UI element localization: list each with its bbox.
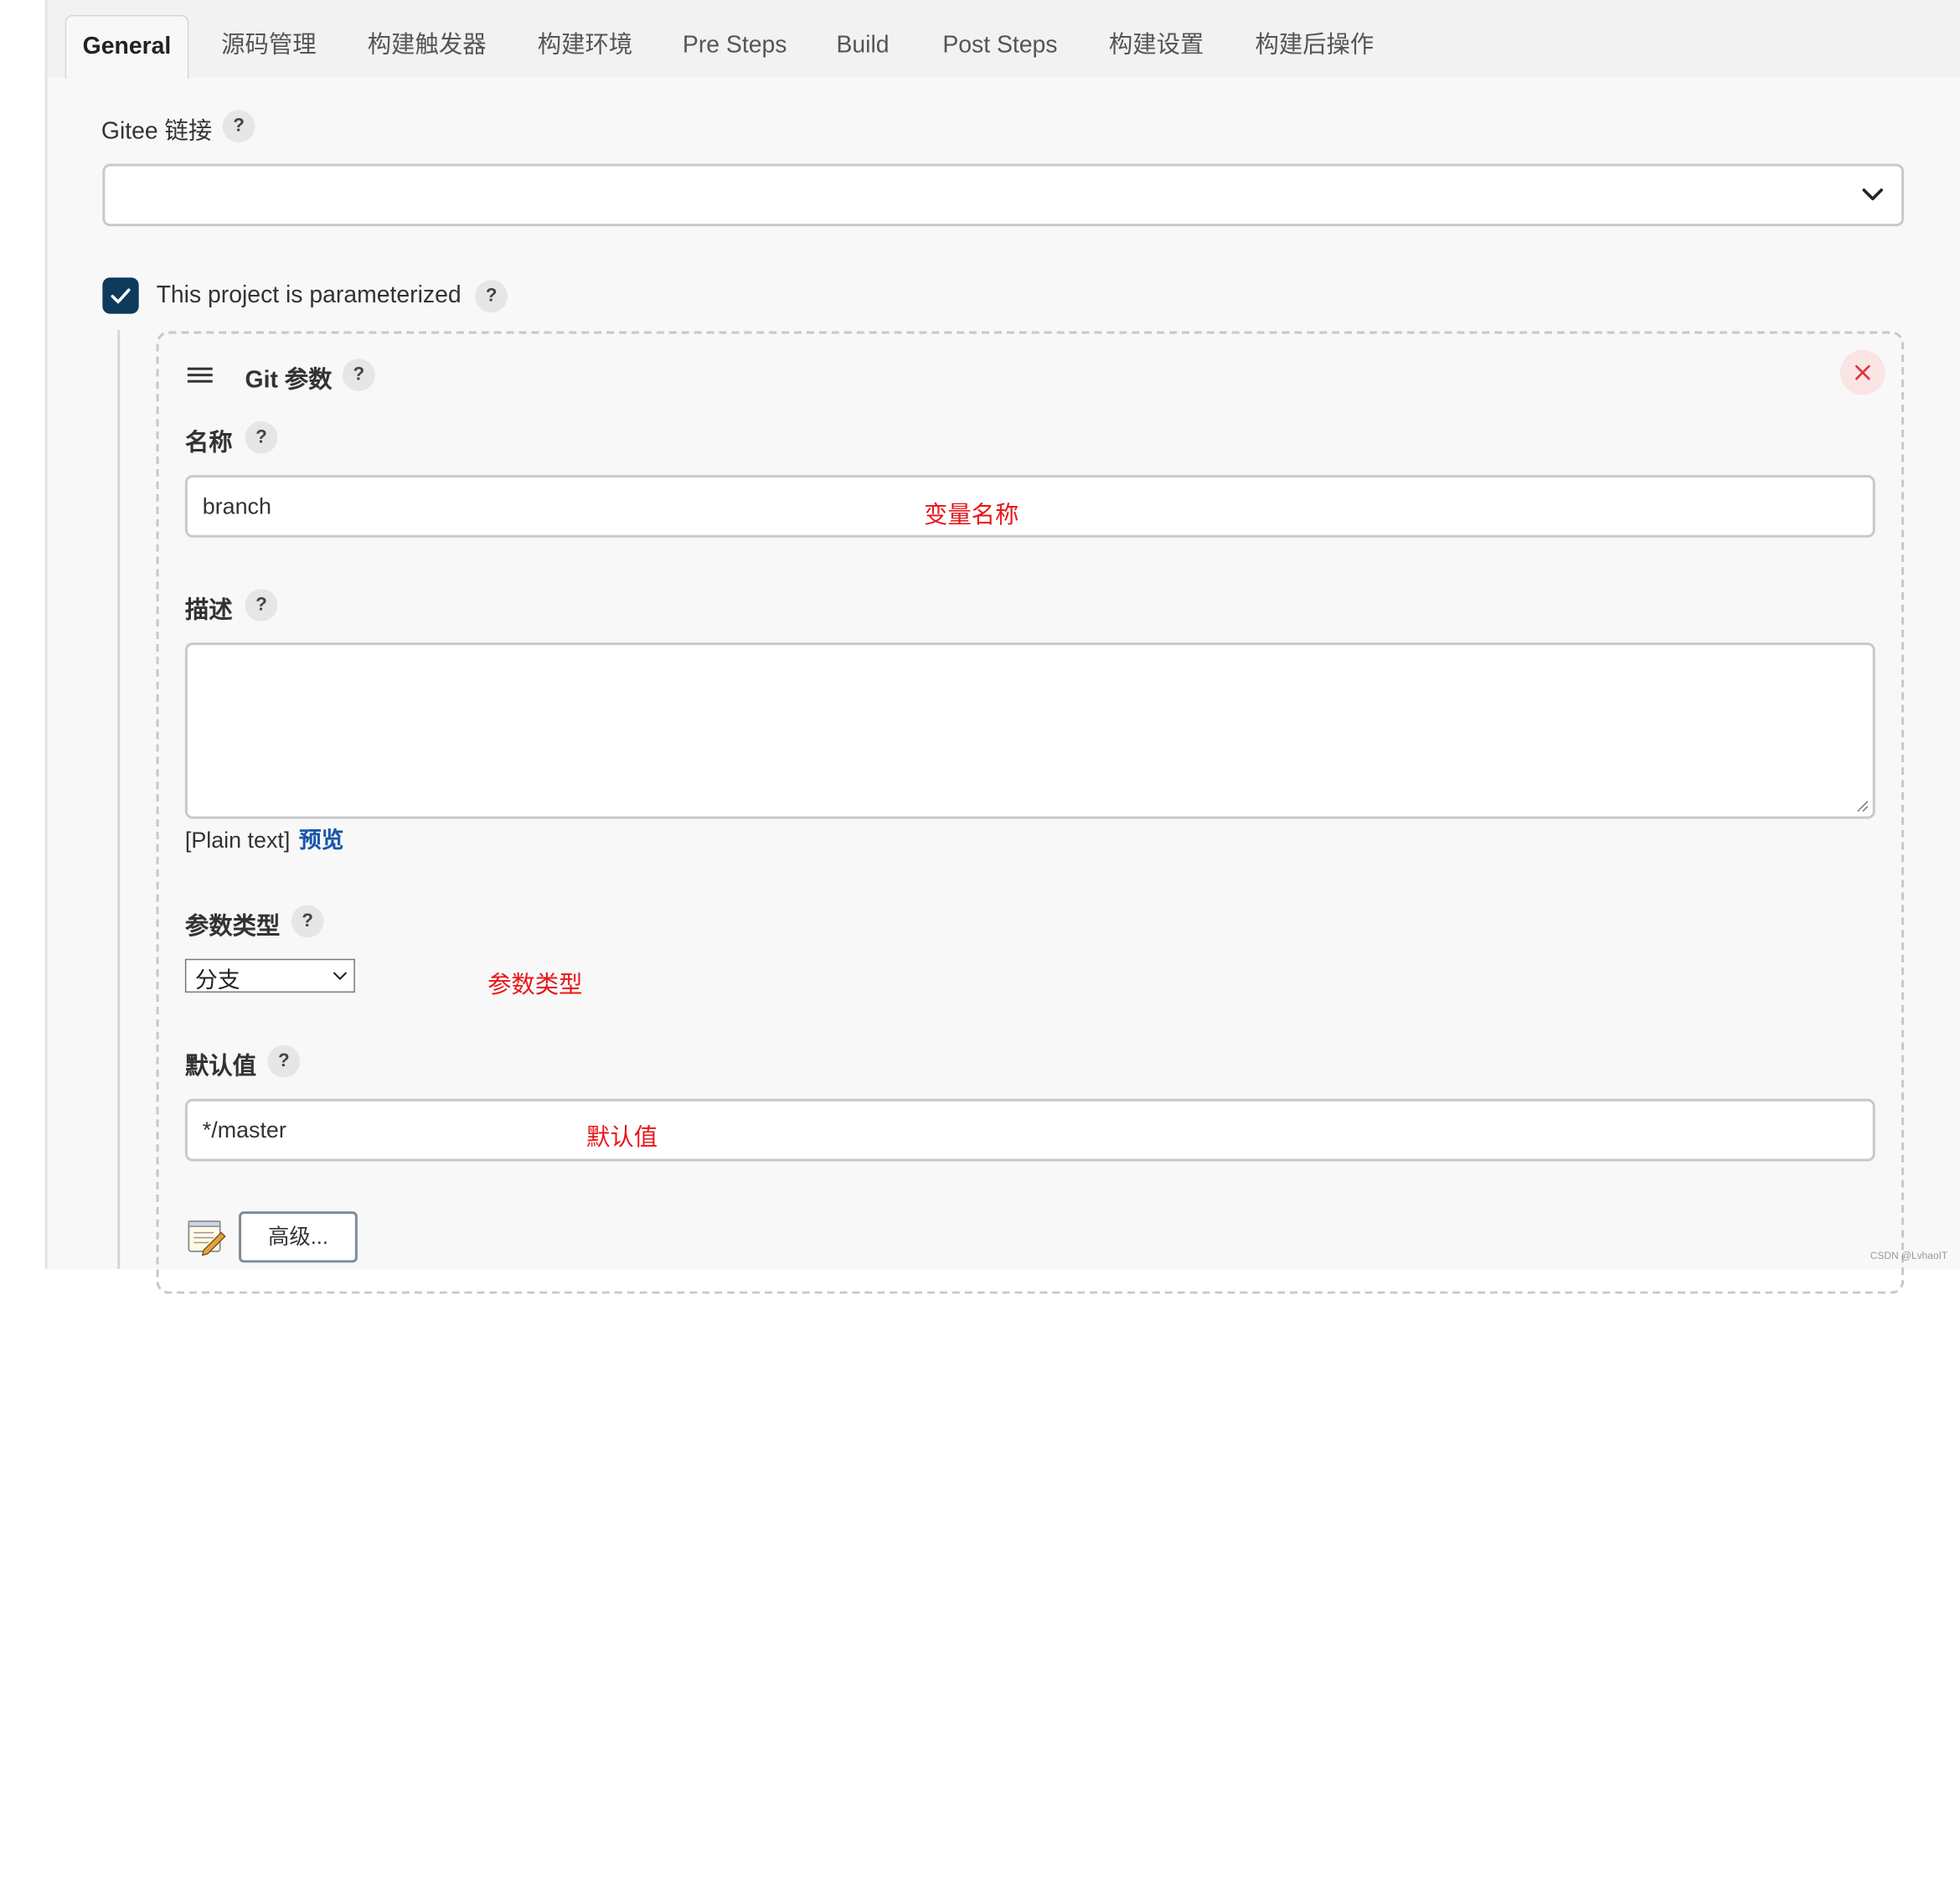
name-annotation: 变量名称 <box>923 502 1019 529</box>
parameterized-help-icon[interactable]: ? <box>475 280 508 313</box>
drag-handle-icon[interactable] <box>186 365 214 385</box>
default-value-input[interactable]: */master <box>184 1098 1875 1162</box>
checkmark-icon <box>111 288 131 304</box>
description-help-icon[interactable]: ? <box>245 588 278 622</box>
preview-link[interactable]: 预览 <box>299 828 344 853</box>
tab-build-triggers[interactable]: 构建触发器 <box>368 15 487 78</box>
param-type-annotation: 参数类型 <box>487 972 583 999</box>
git-parameter-help-icon[interactable]: ? <box>342 358 375 392</box>
gitee-link-select[interactable] <box>102 163 1905 227</box>
tab-build-settings[interactable]: 构建设置 <box>1109 15 1204 78</box>
advanced-button[interactable]: 高级... <box>239 1211 358 1263</box>
parameterized-label[interactable]: This project is parameterized <box>157 282 462 310</box>
description-label: 描述 <box>184 597 233 624</box>
resize-grip-icon[interactable] <box>1856 800 1869 812</box>
watermark: CSDN @LvhaoIT <box>1870 1250 1948 1261</box>
chevron-down-icon <box>333 972 348 981</box>
tab-build-environment[interactable]: 构建环境 <box>538 15 632 78</box>
description-textarea[interactable] <box>184 642 1875 819</box>
tab-post-build-actions[interactable]: 构建后操作 <box>1255 15 1374 78</box>
chevron-down-icon <box>1862 188 1884 201</box>
close-icon <box>1855 364 1870 380</box>
name-label: 名称 <box>184 430 233 456</box>
tab-source-code[interactable]: 源码管理 <box>221 15 316 78</box>
git-parameter-title: Git 参数 <box>245 367 333 395</box>
parameter-nesting-line <box>117 330 121 1269</box>
gitee-link-label: Gitee 链接 <box>101 118 213 146</box>
default-value-annotation: 默认值 <box>585 1125 658 1152</box>
param-type-label: 参数类型 <box>184 914 281 941</box>
name-input-value: branch <box>202 493 271 519</box>
plain-text-label: [Plain text] <box>184 828 291 853</box>
name-help-icon[interactable]: ? <box>245 420 278 454</box>
tab-pre-steps[interactable]: Pre Steps <box>683 15 787 78</box>
gitee-link-help-icon[interactable]: ? <box>222 110 255 143</box>
default-value-input-value: */master <box>202 1117 286 1143</box>
description-format-row: [Plain text] 预览 <box>185 823 344 855</box>
param-type-help-icon[interactable]: ? <box>291 905 324 938</box>
param-type-select[interactable]: 分支 <box>184 958 355 993</box>
tab-post-steps[interactable]: Post Steps <box>942 15 1057 78</box>
param-type-selected-value: 分支 <box>194 967 240 993</box>
parameterized-checkbox[interactable] <box>102 277 139 314</box>
tab-build[interactable]: Build <box>836 15 889 78</box>
default-value-label: 默认值 <box>184 1054 256 1081</box>
page-root: General 源码管理 构建触发器 构建环境 Pre Steps Build … <box>0 0 1960 1893</box>
name-input[interactable]: branch <box>184 475 1875 538</box>
delete-parameter-button[interactable] <box>1839 349 1885 395</box>
tab-general[interactable]: General <box>64 14 189 80</box>
notepad-icon <box>188 1220 226 1256</box>
default-value-help-icon[interactable]: ? <box>267 1045 301 1078</box>
section-tab-bar: General 源码管理 构建触发器 构建环境 Pre Steps Build … <box>47 0 1960 80</box>
